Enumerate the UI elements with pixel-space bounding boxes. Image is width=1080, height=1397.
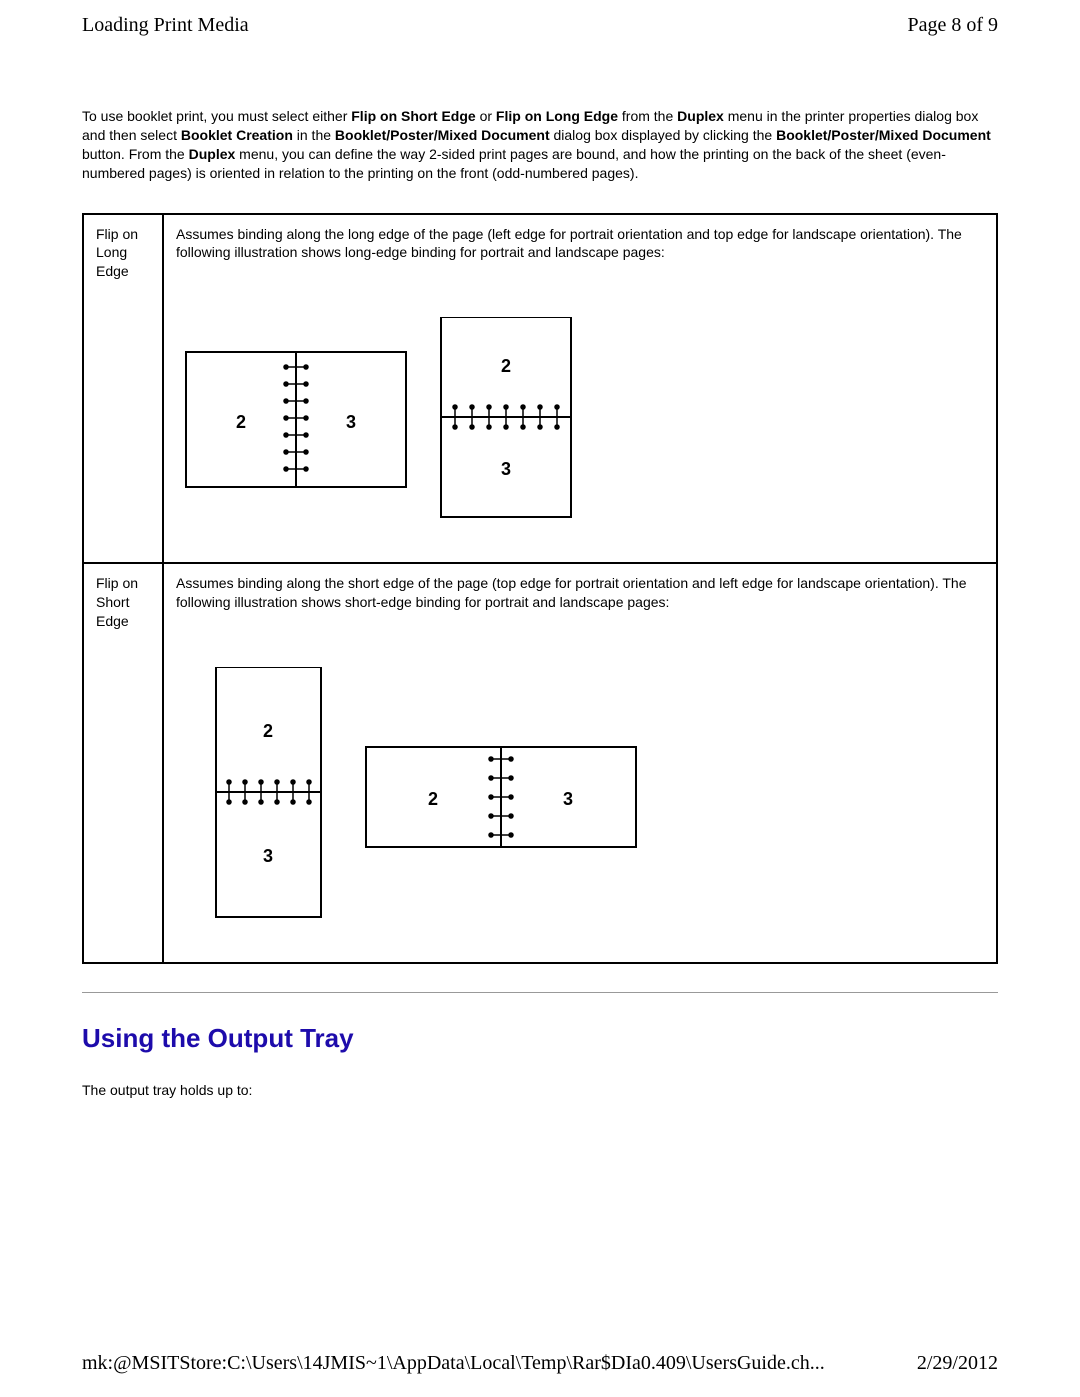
- intro-bold: Flip on Short Edge: [351, 108, 475, 124]
- footer-path: mk:@MSITStore:C:\Users\14JMIS~1\AppData\…: [82, 1352, 825, 1375]
- row-desc: Assumes binding along the long edge of t…: [176, 225, 984, 263]
- doc-title: Loading Print Media: [82, 14, 249, 37]
- intro-bold: Duplex: [189, 146, 236, 162]
- intro-bold: Duplex: [677, 108, 724, 124]
- page-num: 3: [346, 412, 356, 432]
- footer-date: 2/29/2012: [917, 1352, 998, 1375]
- section-heading: Using the Output Tray: [82, 1023, 998, 1054]
- row-desc-cell: Assumes binding along the short edge of …: [163, 563, 997, 963]
- page-num: 2: [236, 412, 246, 432]
- intro-text: button. From the: [82, 146, 189, 162]
- page-number: Page 8 of 9: [907, 14, 998, 37]
- intro-text: from the: [618, 108, 677, 124]
- intro-bold: Booklet/Poster/Mixed Document: [335, 127, 550, 143]
- intro-bold: Booklet/Poster/Mixed Document: [776, 127, 991, 143]
- section-body: The output tray holds up to:: [82, 1082, 998, 1098]
- page-num: 3: [263, 846, 273, 866]
- row-label: Flip on Short Edge: [83, 563, 163, 963]
- intro-text: dialog box displayed by clicking the: [550, 127, 776, 143]
- table-row: Flip on Long Edge Assumes binding along …: [83, 214, 997, 564]
- row-desc-cell: Assumes binding along the long edge of t…: [163, 214, 997, 564]
- long-edge-illustration: 2 3: [176, 317, 984, 527]
- table-row: Flip on Short Edge Assumes binding along…: [83, 563, 997, 963]
- intro-text: or: [476, 108, 496, 124]
- row-label: Flip on Long Edge: [83, 214, 163, 564]
- intro-bold: Booklet Creation: [181, 127, 293, 143]
- page-num: 3: [563, 789, 573, 809]
- page-num: 2: [263, 721, 273, 741]
- row-desc: Assumes binding along the short edge of …: [176, 574, 984, 612]
- intro-bold: Flip on Long Edge: [496, 108, 618, 124]
- duplex-table: Flip on Long Edge Assumes binding along …: [82, 213, 998, 965]
- short-edge-illustration: 2 3: [176, 667, 984, 927]
- section-divider: [82, 992, 998, 993]
- page-num: 2: [501, 356, 511, 376]
- intro-text: in the: [293, 127, 335, 143]
- intro-paragraph: To use booklet print, you must select ei…: [82, 107, 998, 183]
- page-num: 2: [428, 789, 438, 809]
- intro-text: To use booklet print, you must select ei…: [82, 108, 351, 124]
- page-num: 3: [501, 459, 511, 479]
